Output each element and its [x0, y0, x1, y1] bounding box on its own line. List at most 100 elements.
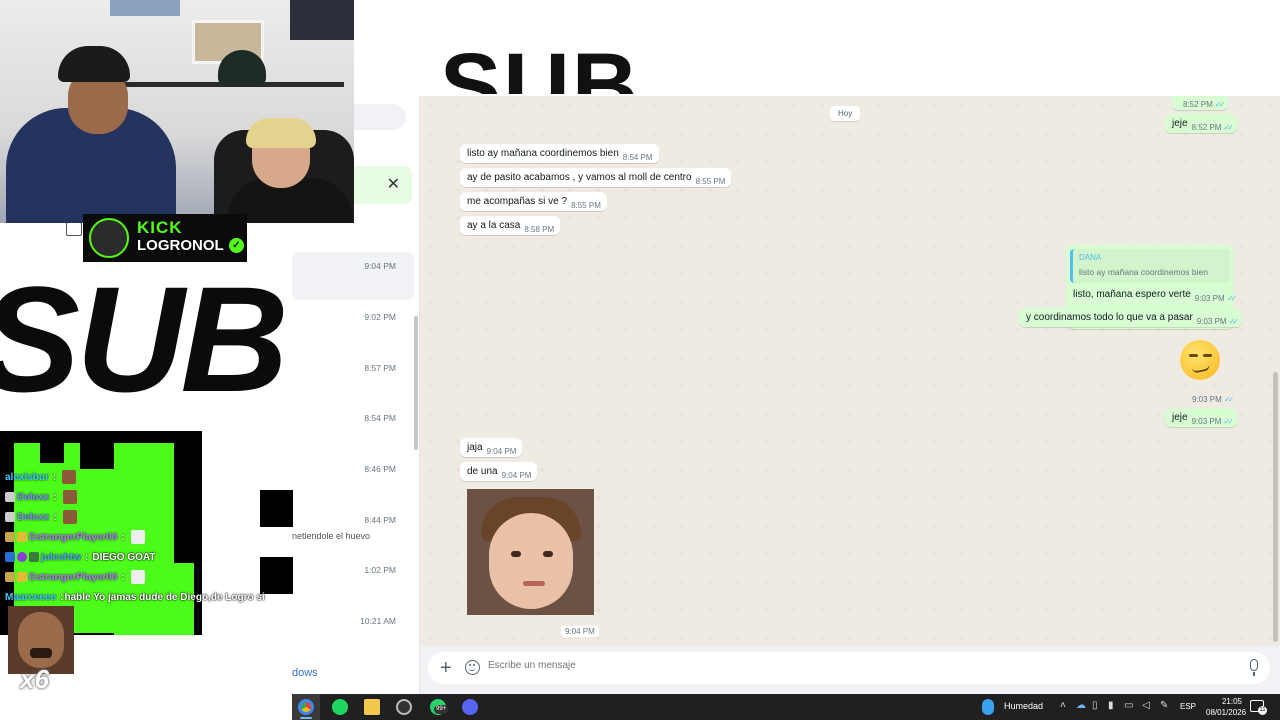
stream-chat-line: Maarceeee: hable Yo jamas dude de Diego,d…	[5, 591, 265, 603]
microphone-icon[interactable]	[1250, 659, 1258, 676]
conversation-panel: 8:52 PM ✓✓ jeje 8:52 PM ✓✓ Hoy listo ay mañ…	[420, 96, 1280, 694]
message-bubble-in[interactable]: ay a la casa 8:58 PM	[460, 216, 561, 235]
sub-banner-text: SUB	[440, 40, 641, 94]
message-text: me acompañas si ve ?	[467, 196, 568, 207]
cloud-icon[interactable]: ☁	[1076, 700, 1086, 711]
close-icon[interactable]: ✕	[387, 174, 400, 194]
chat-username: alexisbur	[5, 471, 49, 483]
quoted-author: DANA	[1079, 253, 1102, 262]
message-text: jeje	[1172, 412, 1188, 423]
usb-icon[interactable]: ▯	[1092, 700, 1098, 711]
chat-row[interactable]: 8:46 PM	[292, 455, 414, 503]
chat-row[interactable]: 10:21 AM	[292, 607, 414, 655]
message-text: y coordinamos todo lo que va a pasar	[1026, 312, 1193, 323]
spotify-icon[interactable]	[332, 699, 348, 715]
chat-row[interactable]: 8:54 PM	[292, 404, 414, 452]
microphone-tray-icon[interactable]: ▮	[1108, 700, 1114, 711]
chevron-up-icon[interactable]: ˄	[1060, 700, 1066, 711]
weather-label[interactable]: Humedad	[1004, 701, 1043, 711]
chat-time: 8:44 PM	[364, 515, 396, 525]
kick-channel-badge: KICK LOGRONOL ✓	[83, 214, 247, 262]
system-clock[interactable]: 21:05 08/01/2026	[1206, 696, 1247, 718]
attach-plus-icon[interactable]: +	[440, 656, 452, 680]
stream-chat-line: DstrangerPlayer00:	[5, 568, 145, 586]
message-bubble-in[interactable]: de una 9:04 PM	[460, 462, 538, 481]
read-ticks-icon: ✓✓	[1223, 395, 1235, 404]
obs-icon[interactable]	[396, 699, 412, 715]
message-bubble-out[interactable]: 8:52 PM ✓✓	[1172, 96, 1229, 110]
message-time: 9:04 PM	[561, 626, 599, 637]
message-text: jeje	[1172, 118, 1188, 129]
message-input[interactable]	[488, 660, 1228, 671]
message-bubble-in[interactable]: jaja 9:04 PM	[460, 438, 523, 457]
reply-body: listo, mañana espero verte 9:03 PM ✓✓	[1073, 289, 1238, 303]
sub-banner-top: SUB	[440, 40, 680, 94]
badge-icon	[5, 552, 15, 562]
message-bubble-out[interactable]: jeje 8:52 PM ✓✓	[1165, 114, 1237, 133]
discord-icon[interactable]	[462, 699, 478, 715]
windows-link[interactable]: dows	[292, 667, 318, 679]
emote-icon	[62, 490, 77, 504]
black-block	[260, 490, 293, 527]
emoji-picker-icon[interactable]	[465, 660, 480, 675]
message-time: 8:55 PM	[695, 177, 726, 186]
chat-row[interactable]: 8:44 PM	[292, 506, 414, 554]
pen-icon[interactable]: ✎	[1160, 700, 1168, 711]
message-time: 9:03 PM	[1191, 417, 1222, 426]
black-block	[40, 443, 64, 463]
read-ticks-icon: ✓✓	[1223, 123, 1234, 132]
message-time: 8:52 PM	[1191, 123, 1222, 132]
badge-icon	[5, 572, 15, 582]
message-text: ay a la casa	[467, 220, 521, 231]
verified-icon: ✓	[229, 238, 244, 253]
smirk-emoji-icon[interactable]	[1180, 340, 1220, 380]
composer-box: +	[428, 652, 1270, 684]
message-bubble-out[interactable]: jeje 9:03 PM ✓✓	[1165, 408, 1237, 427]
message-bubble-in[interactable]: ay de pasito acabamos , y vamos al moll …	[460, 168, 732, 187]
conversation-scrollbar[interactable]	[1273, 372, 1278, 642]
weather-drop-icon[interactable]	[982, 699, 994, 715]
emote-icon	[62, 470, 77, 484]
image-message[interactable]	[467, 489, 594, 615]
chat-row[interactable]: 8:57 PM	[292, 354, 414, 402]
read-ticks-icon: ✓✓	[1226, 294, 1238, 303]
chat-username: DstrangerPlayer00	[29, 571, 118, 583]
clock-date: 08/01/2026	[1206, 708, 1247, 717]
chat-username: Delexx	[17, 511, 50, 523]
message-text: jaja	[467, 442, 483, 453]
network-icon[interactable]: ▭	[1124, 700, 1133, 711]
black-block	[80, 443, 114, 469]
message-text: listo ay mañana coordinemos bien	[467, 148, 619, 159]
wall-poster	[290, 0, 354, 40]
message-time: 8:58 PM	[524, 225, 555, 234]
quoted-text: listo ay mañana coordinemos bien	[1079, 267, 1208, 277]
badge-icon	[5, 532, 15, 542]
message-time: 8:52 PM	[1183, 100, 1213, 109]
volume-icon[interactable]: ◁	[1142, 700, 1150, 711]
chat-row[interactable]: 9:02 PM	[292, 303, 414, 351]
archive-icon[interactable]	[66, 222, 82, 236]
chat-row[interactable]: 1:02 PM	[292, 556, 414, 604]
photo-mouth	[523, 581, 545, 586]
chat-row[interactable]: 9:04 PM	[292, 252, 414, 300]
message-bubble-out[interactable]: y coordinamos todo lo que va a pasar 9:03…	[1019, 308, 1242, 327]
stream-chat-line: Delexx:	[5, 488, 77, 506]
webcam-overlay	[0, 0, 354, 223]
message-bubble-in[interactable]: me acompañas si ve ? 8:55 PM	[460, 192, 607, 211]
chat-username: Delexx	[17, 491, 50, 503]
message-time: 9:03 PM	[1192, 395, 1222, 404]
chat-time: 9:02 PM	[364, 312, 396, 322]
chrome-icon[interactable]	[298, 699, 314, 715]
language-indicator[interactable]: ESP	[1180, 702, 1196, 711]
quoted-message[interactable]: DANA listo ay mañana coordinemos bien	[1070, 249, 1230, 283]
kick-logo: KICK	[137, 218, 183, 237]
channel-name: LOGRONOL	[137, 237, 224, 254]
photo-face	[489, 513, 573, 609]
wall-poster	[110, 0, 180, 16]
badge-icon	[5, 512, 15, 522]
message-bubble-in[interactable]: listo ay mañana coordinemos bien 8:54 PM	[460, 144, 659, 163]
read-ticks-icon: ✓✓	[1223, 417, 1234, 426]
guest-hair	[246, 118, 316, 148]
file-explorer-icon[interactable]	[364, 699, 380, 715]
chat-list-scrollbar[interactable]	[414, 316, 418, 450]
